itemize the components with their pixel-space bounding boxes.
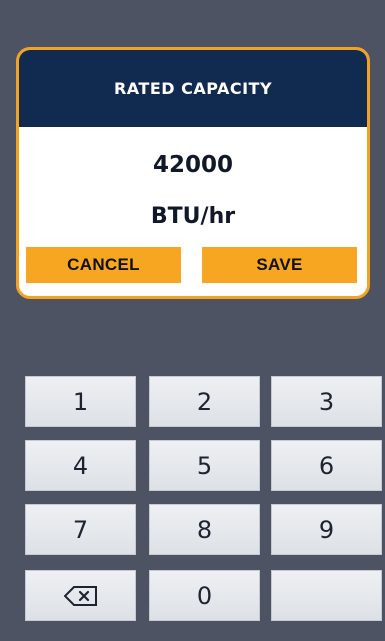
empty-key: [271, 570, 382, 621]
rated-capacity-dialog: RATED CAPACITY 42000 BTU/hr CANCEL SAVE: [16, 47, 370, 299]
backspace-key[interactable]: [25, 570, 136, 621]
key-9[interactable]: 9: [271, 504, 382, 555]
cancel-button[interactable]: CANCEL: [26, 247, 181, 283]
key-2[interactable]: 2: [149, 376, 260, 427]
capacity-value: 42000: [152, 152, 234, 178]
key-4[interactable]: 4: [25, 440, 136, 491]
dialog-title: RATED CAPACITY: [19, 50, 367, 127]
key-6[interactable]: 6: [271, 440, 382, 491]
key-3[interactable]: 3: [271, 376, 382, 427]
key-1[interactable]: 1: [25, 376, 136, 427]
key-7[interactable]: 7: [25, 504, 136, 555]
save-button[interactable]: SAVE: [202, 247, 357, 283]
key-5[interactable]: 5: [149, 440, 260, 491]
backspace-icon: [63, 585, 97, 606]
capacity-unit: BTU/hr: [150, 204, 236, 229]
key-0[interactable]: 0: [149, 570, 260, 621]
key-8[interactable]: 8: [149, 504, 260, 555]
